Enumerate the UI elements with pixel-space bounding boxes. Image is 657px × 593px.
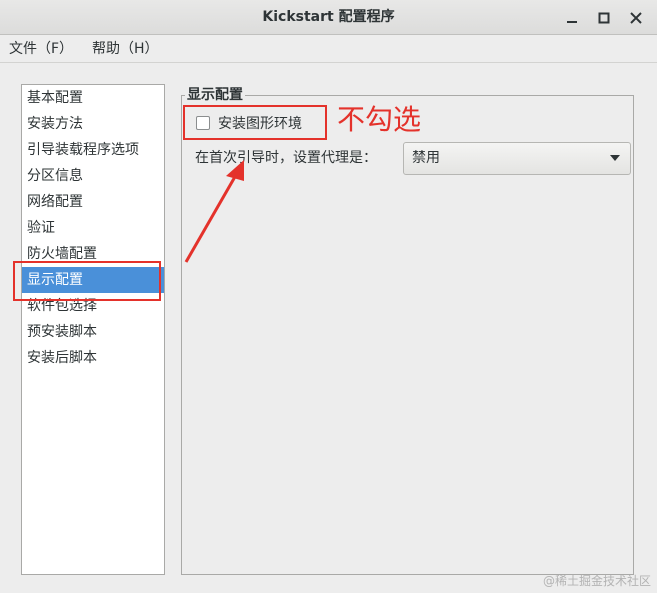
annotation-arrow (184, 160, 244, 263)
arrow-head-icon (226, 160, 244, 181)
watermark: @稀土掘金技术社区 (542, 574, 651, 588)
arrow-shaft (184, 167, 242, 263)
